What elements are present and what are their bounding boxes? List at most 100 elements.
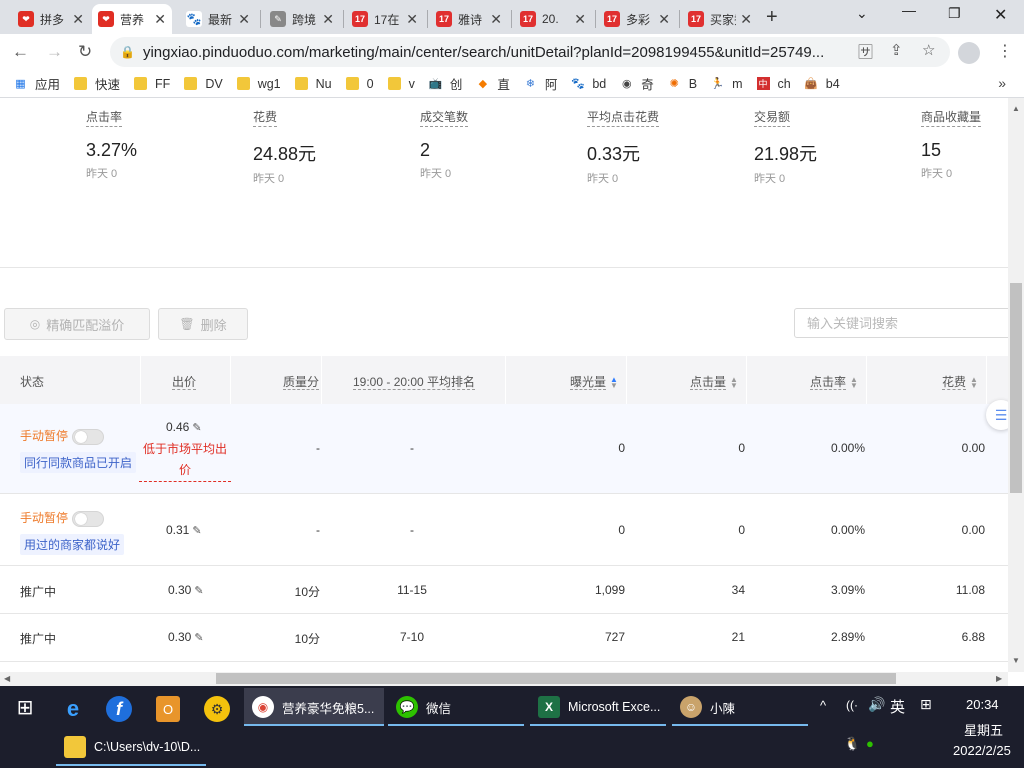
rank-cell: - — [410, 523, 414, 537]
bookmark-link[interactable]: 🐾 bd — [571, 77, 606, 91]
address-bar[interactable]: 🔒 yingxiao.pinduoduo.com/marketing/main/… — [110, 37, 950, 67]
taskbar-chat-contact[interactable]: ☺ 小陳 — [672, 688, 808, 726]
tab-2[interactable]: 🐾 最新 ✕ — [180, 4, 256, 34]
header-clicks[interactable]: 点击量 ▲ ▼ — [690, 373, 738, 390]
metric-label: 成交笔数 — [420, 108, 469, 127]
translate-icon[interactable]: 🈂 — [858, 41, 873, 62]
more-bookmarks-chevron-icon[interactable]: » — [998, 75, 1006, 91]
edit-icon[interactable]: ✎ — [192, 525, 201, 537]
forward-arrow-icon[interactable]: → — [46, 42, 63, 62]
close-icon[interactable]: ✕ — [574, 11, 586, 28]
tool-app-icon[interactable]: ⚙ — [204, 696, 230, 722]
active-indicator — [244, 724, 384, 726]
close-icon[interactable]: ✕ — [72, 11, 84, 28]
wechat-tray-icon[interactable]: ● — [866, 736, 874, 751]
status-toggle[interactable] — [72, 510, 105, 527]
header-cost[interactable]: 花费 ▲ ▼ — [942, 373, 978, 390]
close-icon[interactable]: ✕ — [740, 11, 752, 28]
bookmark-link[interactable]: 👜 b4 — [804, 77, 839, 91]
status-toggle[interactable] — [72, 428, 105, 445]
bookmark-link[interactable]: 📺 创 — [428, 74, 462, 93]
bookmark-link[interactable]: ◉ 奇 — [620, 74, 654, 93]
new-tab-plus-icon[interactable]: + — [766, 6, 778, 29]
vertical-scroll-thumb[interactable] — [1010, 283, 1022, 493]
reload-icon[interactable]: ↻ — [78, 42, 92, 62]
close-icon[interactable]: ✕ — [658, 11, 670, 28]
taskbar-wechat[interactable]: 💬 微信 — [388, 688, 524, 726]
scroll-right-arrow-icon[interactable]: ▶ — [996, 674, 1002, 683]
clock-weekday[interactable]: 星期五 — [964, 720, 1003, 739]
ctr-cell: 3.09% — [830, 583, 865, 597]
header-ctr[interactable]: 点击率 ▲ ▼ — [810, 373, 858, 390]
clock-date[interactable]: 2022/2/25 — [953, 743, 1011, 758]
close-icon[interactable]: ✕ — [490, 11, 502, 28]
bookmark-link[interactable]: ✺ B — [668, 77, 697, 91]
minimize-icon[interactable]: — — [902, 2, 916, 18]
tab-8[interactable]: 17 买家秀 ✕ — [682, 4, 758, 34]
ie-icon[interactable]: e — [58, 696, 88, 722]
bookmark-folder[interactable]: 0 — [345, 77, 374, 91]
bookmark-folder[interactable]: Nu — [294, 77, 332, 91]
bookmark-link[interactable]: 中 ch — [756, 77, 791, 91]
url-text[interactable]: yingxiao.pinduoduo.com/marketing/main/ce… — [143, 44, 878, 61]
scroll-up-arrow-icon[interactable]: ▲ — [1012, 104, 1020, 113]
sort-icon[interactable]: ▲ ▼ — [610, 375, 618, 389]
match-premium-button[interactable]: ◎ 精确匹配溢价 — [4, 308, 150, 340]
bookmark-star-icon[interactable]: ☆ — [922, 41, 935, 59]
edit-icon[interactable]: ✎ — [194, 585, 203, 597]
tab-search-chevron-icon[interactable]: ⌄ — [856, 5, 868, 22]
bookmark-folder[interactable]: 快速 — [74, 74, 120, 93]
tray-chevron-up-icon[interactable]: ^ — [820, 698, 826, 713]
menu-kebab-icon[interactable]: ⋮ — [997, 41, 1013, 61]
bookmark-link[interactable]: ◆ 直 — [476, 74, 510, 93]
sort-icon[interactable]: ▲ ▼ — [730, 375, 738, 389]
tab-6[interactable]: 17 20. ✕ — [514, 4, 592, 34]
bookmark-folder[interactable]: DV — [184, 77, 223, 91]
bookmark-folder[interactable]: wg1 — [236, 77, 281, 91]
taskbar-explorer[interactable]: C:\Users\dv-10\D... — [56, 728, 206, 766]
sort-icon[interactable]: ▲ ▼ — [970, 375, 978, 389]
tab-1[interactable]: ❤ 营养 ✕ — [92, 4, 172, 34]
tab-3[interactable]: ✎ 跨境 ✕ — [264, 4, 340, 34]
wifi-icon[interactable]: ((· — [846, 698, 858, 712]
keyword-search-input[interactable] — [794, 308, 1008, 338]
windows-start-icon[interactable]: ⊞ — [10, 694, 40, 720]
delete-button[interactable]: 🗑 删除 — [158, 308, 248, 340]
close-icon[interactable]: ✕ — [154, 11, 166, 28]
edit-icon[interactable]: ✎ — [192, 422, 201, 434]
sort-icon[interactable]: ▲ ▼ — [850, 375, 858, 389]
tab-7[interactable]: 17 多彩 ✕ — [598, 4, 676, 34]
qq-icon[interactable]: 🐧 — [844, 736, 860, 752]
edit-icon[interactable]: ✎ — [194, 632, 203, 644]
tab-5[interactable]: 17 雅诗 ✕ — [430, 4, 508, 34]
taskbar-label: 营养豪华免粮5... — [282, 701, 375, 716]
bookmark-folder[interactable]: FF — [134, 77, 170, 91]
taskbar-excel[interactable]: X Microsoft Exce... — [530, 688, 666, 726]
ime-mode-icon[interactable]: ⊞ — [920, 696, 932, 713]
header-impressions[interactable]: 曝光量 ▲ ▼ — [570, 373, 618, 390]
tab-4[interactable]: 17 17在 ✕ — [346, 4, 424, 34]
restore-icon[interactable]: ❐ — [948, 5, 961, 22]
ime-indicator[interactable]: 英 — [890, 696, 905, 717]
bookmark-link[interactable]: ❄ 阿 — [524, 74, 558, 93]
scroll-down-arrow-icon[interactable]: ▼ — [1012, 656, 1020, 665]
outlook-icon[interactable]: O — [156, 696, 180, 722]
clock-time[interactable]: 20:34 — [966, 697, 999, 712]
scroll-left-arrow-icon[interactable]: ◀ — [4, 674, 10, 683]
volume-icon[interactable]: 🔊 — [868, 696, 885, 713]
f-app-icon[interactable]: f — [106, 696, 132, 722]
back-arrow-icon[interactable]: ← — [12, 42, 29, 62]
metric-label: 平均点击花费 — [587, 108, 660, 127]
profile-avatar-icon[interactable] — [958, 42, 980, 64]
close-icon[interactable]: ✕ — [238, 11, 250, 28]
bookmark-folder[interactable]: v — [387, 77, 415, 91]
share-icon[interactable]: ⇪ — [890, 41, 903, 59]
close-icon[interactable]: ✕ — [406, 11, 418, 28]
bookmark-link[interactable]: 🏃 m — [711, 77, 743, 91]
taskbar-chrome[interactable]: ◉ 营养豪华免粮5... — [244, 688, 384, 726]
bookmark-apps[interactable]: ▦ 应用 — [14, 74, 60, 93]
tab-0[interactable]: ❤ 拼多 ✕ — [12, 4, 90, 34]
close-icon[interactable]: ✕ — [322, 11, 334, 28]
close-window-icon[interactable]: ✕ — [994, 5, 1007, 25]
horizontal-scroll-thumb[interactable] — [216, 673, 896, 684]
